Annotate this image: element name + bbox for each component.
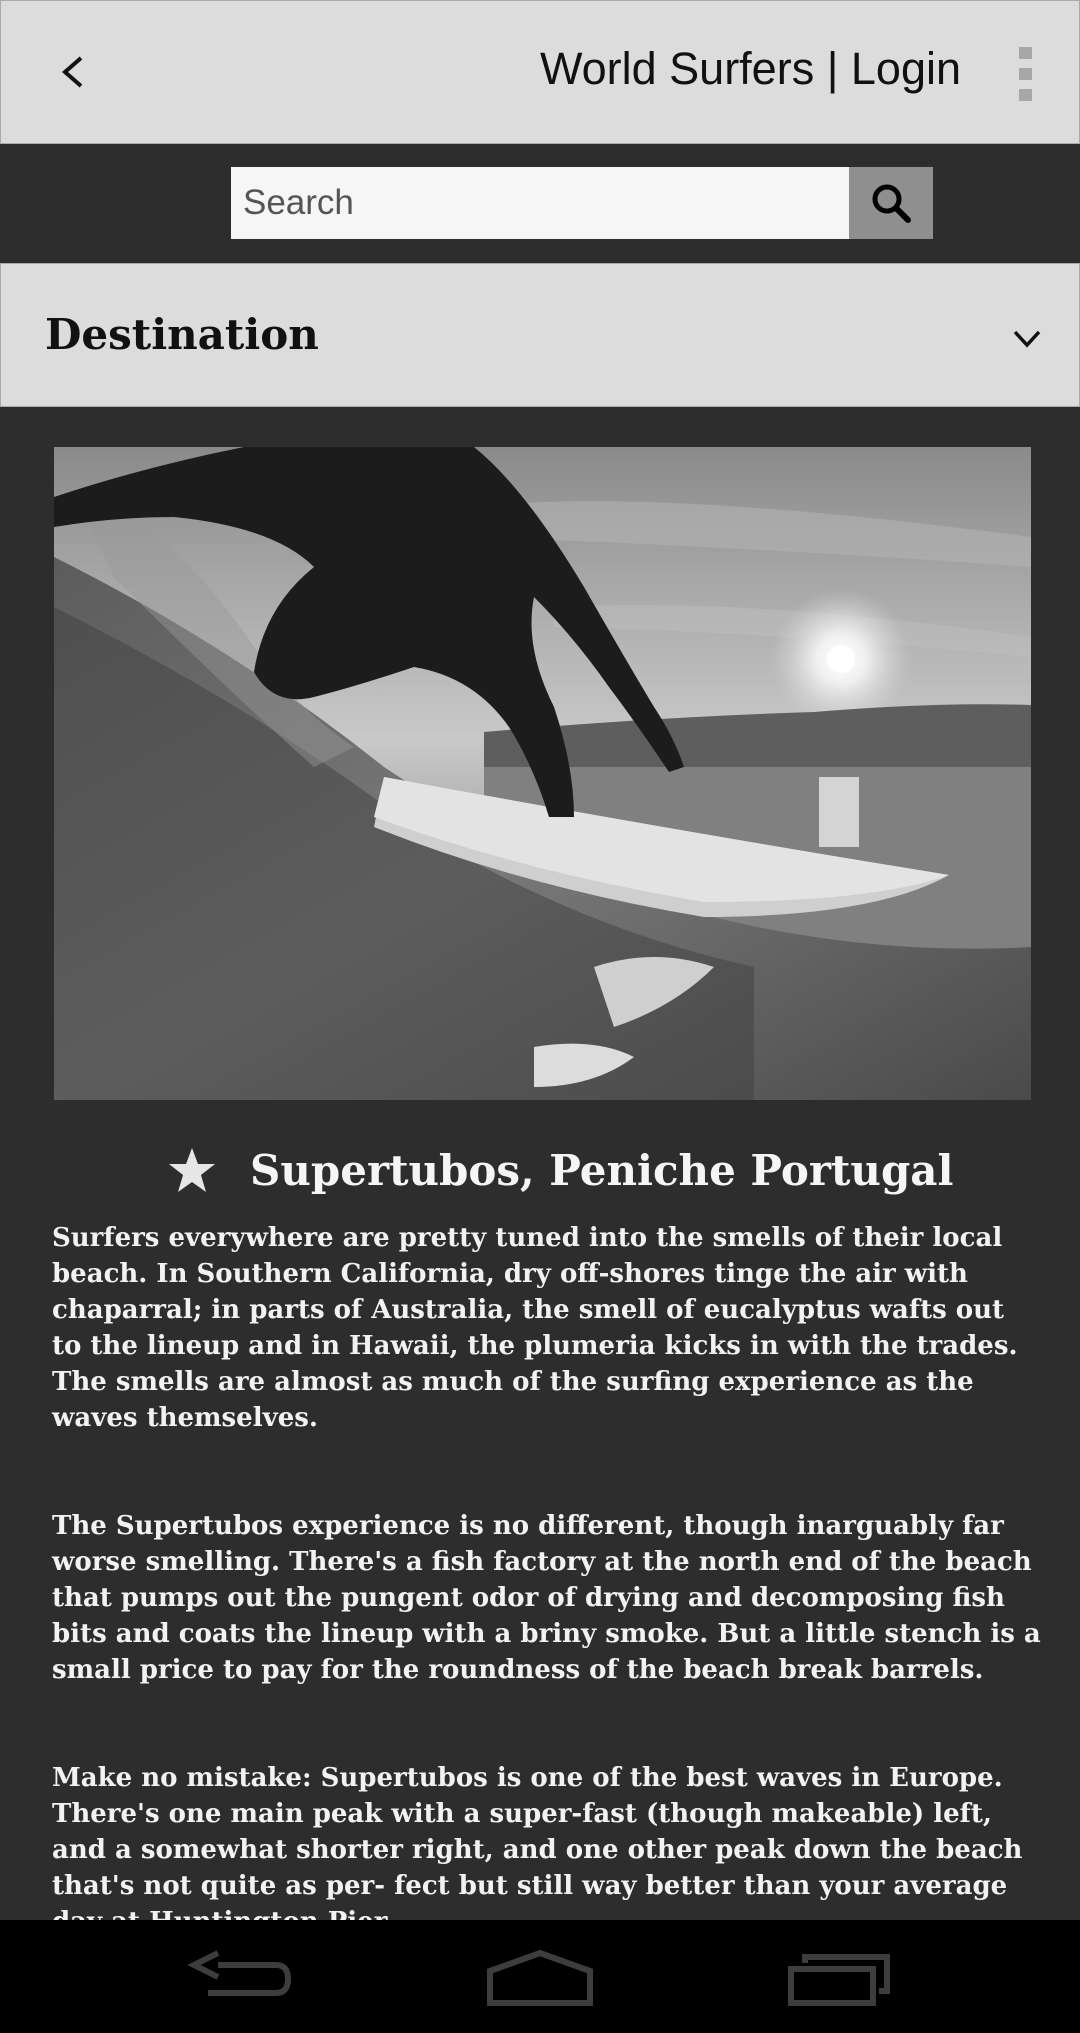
search-input[interactable] [231,167,849,239]
search-button[interactable] [849,167,933,239]
search-icon [872,184,911,223]
back-nav-button[interactable] [180,1920,300,2033]
app-title[interactable]: World Surfers | Login [540,43,961,95]
overflow-menu-icon [1018,47,1032,59]
chevron-down-icon [1007,324,1047,354]
home-nav-icon [487,1949,593,2006]
article-paragraph: Surfers everywhere are pretty tuned into… [52,1223,1018,1433]
back-nav-icon [188,1949,292,1996]
recents-nav-button[interactable] [780,1920,900,2033]
spot-title: Supertubos, Peniche Portugal [250,1145,954,1195]
destination-dropdown[interactable]: Destination [0,263,1080,407]
top-app-bar: World Surfers | Login [0,0,1080,144]
article-paragraph: Make no mistake: Supertubos is one of th… [52,1763,1023,1937]
back-button[interactable] [41,37,105,107]
recents-nav-icon [788,1953,890,2006]
system-navigation-bar [0,1920,1080,2033]
article-body: Surfers everywhere are pretty tuned into… [52,1220,1042,2012]
overflow-menu-button[interactable] [1009,47,1041,101]
home-nav-button[interactable] [480,1920,600,2033]
search-bar [231,167,933,239]
article-paragraph: The Supertubos experience is no differen… [52,1511,1041,1685]
star-icon[interactable] [166,1144,218,1196]
chevron-left-icon [61,56,83,88]
surfer-photo [54,447,1031,1100]
spot-header: Supertubos, Peniche Portugal [166,1140,953,1200]
destination-label: Destination [45,310,319,359]
